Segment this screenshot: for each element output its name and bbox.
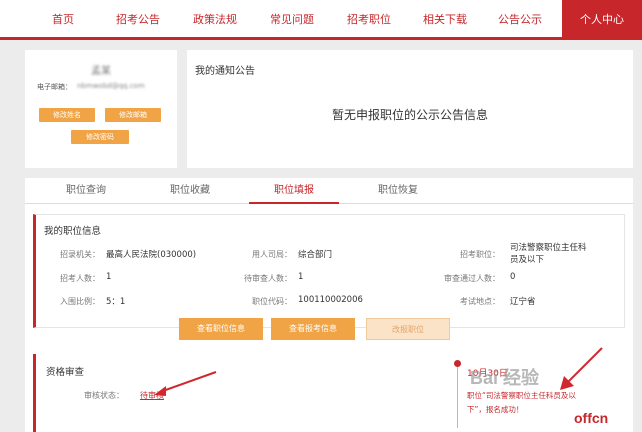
main-panel: 职位查询 职位收藏 职位填报 职位恢复 我的职位信息 招录机关： 最高人民法院(… [25, 178, 633, 432]
job-title-label: 招考职位： [460, 250, 500, 259]
position-info-title: 我的职位信息 [44, 226, 102, 237]
department-label: 用人司局： [252, 250, 292, 259]
edit-email-button[interactable]: 修改邮箱 [105, 108, 161, 122]
job-title-value: 司法警察职位主任科员及以下 [510, 243, 587, 265]
baidu-watermark: Bai 经验 [470, 368, 540, 388]
agency-value: 最高人民法院(030000) [106, 250, 197, 260]
email-value: nbmwobd@qq.com [77, 82, 145, 90]
ratio-value: 5：1 [106, 297, 126, 307]
ratio-label: 入围比例： [60, 297, 100, 306]
position-info-section: 我的职位信息 招录机关： 最高人民法院(030000) 用人司局： 综合部门 招… [33, 214, 625, 328]
agency-label: 招录机关： [60, 250, 100, 259]
timeline-message-line2: 下”，报名成功！ [467, 405, 524, 414]
tab-bar: 职位查询 职位收藏 职位填报 职位恢复 [25, 178, 633, 204]
annotation-arrow-status [154, 371, 217, 396]
nav-announcements[interactable]: 公告公示 [485, 0, 555, 40]
offcn-watermark: offcn [574, 410, 609, 426]
tab-position-favorites[interactable]: 职位收藏 [145, 178, 235, 204]
view-application-button[interactable]: 查看报考信息 [271, 318, 355, 340]
tab-position-query[interactable]: 职位查询 [41, 178, 131, 204]
nav-personal-center[interactable]: 个人中心 [562, 0, 642, 40]
position-code-value: 100110002006 [298, 295, 363, 305]
timeline-dot [454, 360, 461, 367]
annotation-arrow-timeline [560, 347, 603, 390]
recruit-count-value: 1 [106, 272, 112, 282]
qualification-section: 资格审查 审核状态： 待审核 [33, 354, 453, 432]
exam-location-value: 辽宁省 [510, 297, 536, 307]
qualification-title: 资格审查 [46, 367, 85, 378]
view-position-button[interactable]: 查看职位信息 [179, 318, 263, 340]
position-code-label: 职位代码： [252, 297, 292, 306]
notice-empty-message: 暂无申报职位的公示公告信息 [331, 108, 488, 122]
approved-count-value: 0 [510, 272, 516, 282]
nav-positions[interactable]: 招考职位 [334, 0, 404, 40]
approved-count-label: 审查通过人数： [444, 274, 500, 283]
exam-location-label: 考试地点： [460, 297, 500, 306]
top-nav: 首页 招考公告 政策法规 常见问题 招考职位 相关下载 公告公示 个人中心 [0, 0, 642, 40]
timeline-line [457, 362, 458, 428]
nav-downloads[interactable]: 相关下载 [410, 0, 480, 40]
edit-name-button[interactable]: 修改姓名 [39, 108, 95, 122]
nav-recruitment-notice[interactable]: 招考公告 [103, 0, 173, 40]
edit-password-button[interactable]: 修改密码 [71, 130, 129, 144]
username: 孟某 [91, 66, 111, 77]
email-label: 电子邮箱： [37, 83, 72, 91]
notice-panel: 我的通知公告 暂无申报职位的公示公告信息 [187, 50, 633, 168]
pending-count-value: 1 [298, 272, 304, 282]
nav-policies[interactable]: 政策法规 [180, 0, 250, 40]
nav-faq[interactable]: 常见问题 [257, 0, 327, 40]
review-status-label: 审核状态： [84, 391, 124, 400]
tab-position-apply[interactable]: 职位填报 [249, 178, 339, 204]
nav-home[interactable]: 首页 [28, 0, 98, 40]
profile-card: 孟某 电子邮箱： nbmwobd@qq.com 修改姓名 修改邮箱 修改密码 [25, 50, 177, 168]
pending-count-label: 待审查人数： [244, 274, 292, 283]
tab-position-restore[interactable]: 职位恢复 [353, 178, 443, 204]
department-value: 综合部门 [298, 250, 333, 260]
notice-title: 我的通知公告 [195, 66, 255, 77]
recruit-count-label: 招考人数： [60, 274, 100, 283]
change-position-button[interactable]: 改报职位 [366, 318, 450, 340]
